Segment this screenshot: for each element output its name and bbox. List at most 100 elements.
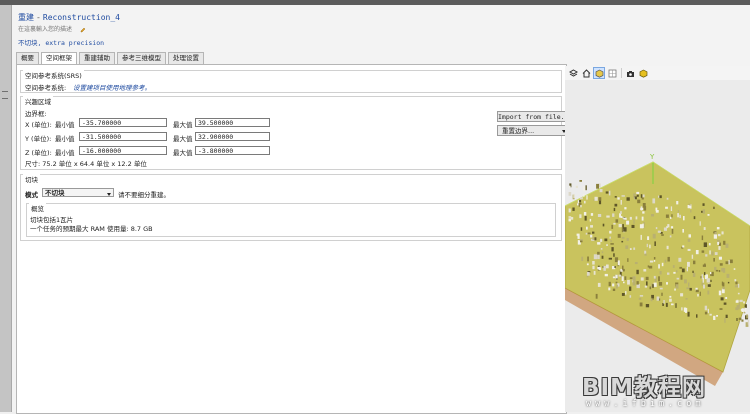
building-block [663,300,665,304]
building-block [671,303,674,306]
tab-reconstruction-constraints[interactable]: 重建辅助 [79,52,115,64]
left-side-panel[interactable] [0,5,12,412]
camera-icon[interactable] [625,68,635,78]
building-block [699,221,701,226]
left-panel-marker [2,91,8,92]
building-block [716,227,720,230]
building-block [618,274,621,277]
building-block [621,236,625,239]
building-block [579,200,582,203]
overview-title: 概览 [29,203,46,213]
building-block [661,234,664,236]
z-max-label: 最大值 [173,149,193,157]
tiling-mode-note: 请不要细分重建。 [118,191,170,199]
building-block [722,287,725,290]
building-block [739,299,743,303]
building-block [633,219,635,224]
building-block [704,305,708,311]
building-block [718,246,721,250]
building-block [636,194,639,197]
cube-view-icon[interactable] [593,67,605,79]
tab-general[interactable]: 概要 [16,52,39,64]
building-block [703,242,707,247]
building-block [677,213,679,218]
x-min-field[interactable]: -35.700000 [79,118,167,127]
building-block [576,233,580,236]
building-block [585,232,588,235]
z-min-field[interactable]: -16.000000 [79,146,167,155]
building-block [676,201,679,205]
building-block [642,211,645,214]
building-block [681,307,683,311]
3d-scene[interactable]: Y [565,80,750,412]
building-block [657,230,661,233]
building-block [699,291,701,296]
reset-bounds-dropdown[interactable]: 重置边界... [497,125,569,136]
building-block [592,265,595,270]
building-block [648,265,653,269]
z-axis-label: Z (单位): [25,149,52,157]
building-block [587,232,591,235]
building-block [719,308,723,310]
tab-processing-settings[interactable]: 处理设置 [168,52,204,64]
building-block [652,284,654,288]
building-block [626,197,630,201]
building-block [620,211,622,215]
y-min-field[interactable]: -31.500000 [79,132,167,141]
building-block [746,314,748,319]
building-block [639,295,644,297]
y-max-field[interactable]: 32.900000 [195,132,270,141]
x-axis-label: X (单位): [25,121,52,129]
building-block [586,263,589,266]
description-placeholder[interactable]: 在這裏輸入您的描述 [18,26,72,33]
building-block [666,197,669,200]
grid-icon[interactable] [607,68,617,78]
tab-reference-3d-model[interactable]: 参考三维模型 [117,52,166,64]
building-block [666,245,669,250]
building-block [703,227,706,230]
building-block [658,282,663,286]
building-block [629,277,633,280]
building-block [684,279,687,284]
building-block [676,277,680,280]
building-block [626,238,629,241]
home-icon[interactable] [581,68,591,78]
building-block [718,256,722,260]
building-block [631,224,635,228]
tiling-mode-select[interactable]: 不切块 [42,188,114,197]
building-block [638,297,642,300]
building-block [640,277,644,281]
description-row[interactable]: 在這裏輸入您的描述 [18,24,86,33]
toolbar-divider [621,68,622,78]
building-block [673,271,676,274]
building-block [675,284,679,289]
building-block [714,252,718,255]
srs-value[interactable]: 设置建项目使用地理参考。 [73,82,151,92]
building-block [679,214,681,219]
building-block [722,268,726,273]
building-block [714,266,717,271]
3d-viewport[interactable]: Y [565,66,750,412]
building-block [572,207,575,211]
building-block [724,317,726,323]
building-block [688,234,691,238]
region-of-interest-group: 兴趣区域 边界框: X (单位): 最小值 -35.700000 最大值 39.… [20,96,572,170]
import-from-file-button[interactable]: Import from file... [497,111,572,122]
settings-box-icon[interactable] [638,68,648,78]
layers-icon[interactable] [568,68,578,78]
building-block [612,288,616,291]
building-block [692,272,696,277]
building-block [606,215,610,218]
building-block [622,268,625,272]
edit-pencil-icon[interactable] [80,27,86,33]
building-block [593,271,596,275]
z-max-field[interactable]: -3.800000 [195,146,270,155]
building-block [695,289,699,293]
building-block [581,256,584,261]
building-block [704,263,706,266]
building-block [614,196,617,198]
building-block [696,314,698,318]
building-block [704,272,706,276]
building-block [569,185,571,189]
x-max-field[interactable]: 39.500000 [195,118,270,127]
